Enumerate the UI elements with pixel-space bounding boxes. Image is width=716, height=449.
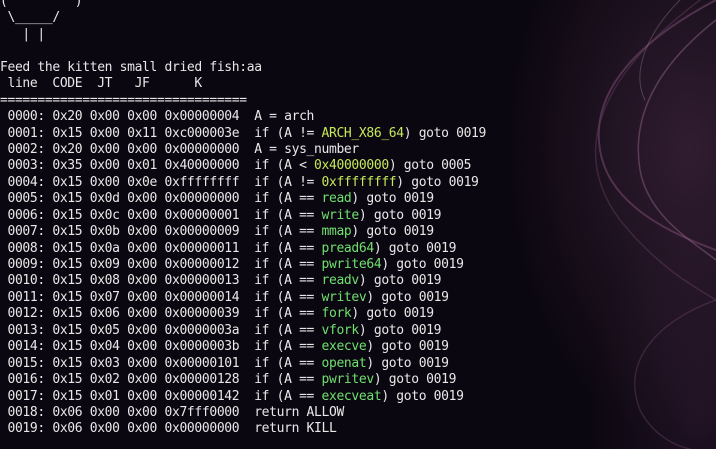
rule-goto: ) goto 0019 <box>358 273 442 289</box>
rule-goto: ) goto 0019 <box>351 224 434 240</box>
rule-goto: ) goto 0019 <box>351 191 434 207</box>
rule-goto: ) goto 0019 <box>381 388 464 404</box>
rule-row: 0002: 0x20 0x00 0x00 0x00000000 A = sys_… <box>0 142 716 158</box>
rule-row: 0012: 0x15 0x06 0x00 0x00000039 if (A ==… <box>0 306 716 322</box>
rule-goto: ) goto 0019 <box>403 125 487 141</box>
rule-row: 0001: 0x15 0x00 0x11 0xc000003e if (A !=… <box>0 126 716 142</box>
rule-text: 0001: 0x15 0x00 0x11 0xc000003e if (A != <box>0 125 322 141</box>
rule-goto: ) goto 0005 <box>388 158 472 174</box>
rule-text: 0017: 0x15 0x01 0x00 0x00000142 if (A == <box>0 388 322 404</box>
separator-line: ================================= <box>0 92 247 108</box>
rule-row: 0018: 0x06 0x00 0x00 0x7fff0000 return A… <box>0 405 716 421</box>
ascii-art-line: | | <box>0 26 45 42</box>
constant-highlight: 0x40000000 <box>314 158 389 174</box>
rule-row: 0010: 0x15 0x08 0x00 0x00000013 if (A ==… <box>0 273 716 289</box>
rule-row: 0008: 0x15 0x0a 0x00 0x00000011 if (A ==… <box>0 241 716 257</box>
seccomp-rules: 0000: 0x20 0x00 0x00 0x00000004 A = arch… <box>0 109 716 438</box>
rule-text: 0019: 0x06 0x00 0x00 0x00000000 return K… <box>0 421 337 437</box>
rule-goto: ) goto 0019 <box>366 339 449 355</box>
terminal-output: ( )^^^^ \_____/ | | Feed the kitten smal… <box>0 0 716 438</box>
rule-text: 0015: 0x15 0x03 0x00 0x00000101 if (A == <box>0 355 322 371</box>
rule-text: 0008: 0x15 0x0a 0x00 0x00000011 if (A == <box>0 240 322 256</box>
syscall-name: mmap <box>321 224 352 240</box>
syscall-name: writev <box>321 289 367 305</box>
rule-row: 0016: 0x15 0x02 0x00 0x00000128 if (A ==… <box>0 372 716 388</box>
syscall-name: read <box>321 191 352 207</box>
rule-goto: ) goto 0019 <box>373 372 457 388</box>
rule-goto: ) goto 0019 <box>366 355 449 371</box>
rule-goto: ) goto 0019 <box>358 207 442 223</box>
rule-row: 0000: 0x20 0x00 0x00 0x00000004 A = arch <box>0 109 716 125</box>
rule-goto: ) goto 0019 <box>373 240 457 256</box>
table-header: line CODE JT JF K <box>0 76 202 92</box>
syscall-name: openat <box>321 355 367 371</box>
rule-text: 0002: 0x20 0x00 0x00 0x00000000 A = sys_… <box>0 141 359 157</box>
rule-text: 0007: 0x15 0x0b 0x00 0x00000009 if (A == <box>0 224 322 240</box>
rule-text: 0011: 0x15 0x07 0x00 0x00000014 if (A == <box>0 289 322 305</box>
rule-text: 0009: 0x15 0x09 0x00 0x00000012 if (A == <box>0 257 322 272</box>
constant-highlight: 0xffffffff <box>321 174 397 190</box>
constant-highlight: ARCH_X86_64 <box>321 125 405 141</box>
rule-text: 0000: 0x20 0x00 0x00 0x00000004 A = arch <box>0 109 315 125</box>
rule-row: 0004: 0x15 0x00 0x0e 0xffffffff if (A !=… <box>0 175 716 191</box>
rule-text: 0012: 0x15 0x06 0x00 0x00000039 if (A == <box>0 306 322 322</box>
syscall-name: readv <box>321 273 360 289</box>
rule-row: 0005: 0x15 0x0d 0x00 0x00000000 if (A ==… <box>0 191 716 207</box>
rule-text: 0005: 0x15 0x0d 0x00 0x00000000 if (A == <box>0 191 322 207</box>
rule-row: 0013: 0x15 0x05 0x00 0x0000003a if (A ==… <box>0 323 716 339</box>
rule-text: 0010: 0x15 0x08 0x00 0x00000013 if (A == <box>0 273 322 289</box>
terminal-window[interactable]: ( )^^^^ \_____/ | | Feed the kitten smal… <box>0 0 716 449</box>
rule-row: 0011: 0x15 0x07 0x00 0x00000014 if (A ==… <box>0 290 716 306</box>
rule-text: 0003: 0x35 0x00 0x01 0x40000000 if (A < <box>0 158 315 174</box>
syscall-name: write <box>321 207 360 223</box>
rule-row: 0003: 0x35 0x00 0x01 0x40000000 if (A < … <box>0 158 716 174</box>
rule-row: 0017: 0x15 0x01 0x00 0x00000142 if (A ==… <box>0 389 716 405</box>
syscall-name: execve <box>321 339 367 355</box>
rule-goto: ) goto 0019 <box>358 322 442 338</box>
rule-row: 0015: 0x15 0x03 0x00 0x00000101 if (A ==… <box>0 356 716 372</box>
ascii-art-line: \_____/ <box>0 10 60 26</box>
syscall-name: fork <box>321 306 352 322</box>
ascii-art-line: ( )^^^^ <box>0 0 113 9</box>
rule-text: 0006: 0x15 0x0c 0x00 0x00000001 if (A == <box>0 207 322 223</box>
rule-goto: ) goto 0019 <box>351 306 434 322</box>
rule-row: 0006: 0x15 0x0c 0x00 0x00000001 if (A ==… <box>0 208 716 224</box>
syscall-name: vfork <box>321 322 360 338</box>
prompt-line: Feed the kitten small dried fish:aa <box>0 59 262 75</box>
rule-text: 0013: 0x15 0x05 0x00 0x0000003a if (A == <box>0 322 322 338</box>
rule-text: 0004: 0x15 0x00 0x0e 0xffffffff if (A != <box>0 174 322 190</box>
rule-row: 0009: 0x15 0x09 0x00 0x00000012 if (A ==… <box>0 257 716 273</box>
syscall-name: execveat <box>321 388 382 404</box>
rule-row: 0007: 0x15 0x0b 0x00 0x00000009 if (A ==… <box>0 224 716 240</box>
rule-text: 0014: 0x15 0x04 0x00 0x0000003b if (A == <box>0 339 322 355</box>
syscall-name: pread64 <box>321 240 375 256</box>
rule-row: 0014: 0x15 0x04 0x00 0x0000003b if (A ==… <box>0 339 716 355</box>
rule-row: 0019: 0x06 0x00 0x00 0x00000000 return K… <box>0 421 716 437</box>
syscall-name: pwrite64 <box>321 257 382 272</box>
rule-goto: ) goto 0019 <box>381 257 464 272</box>
syscall-name: pwritev <box>321 372 375 388</box>
rule-goto: ) goto 0019 <box>366 289 449 305</box>
rule-text: 0018: 0x06 0x00 0x00 0x7fff0000 return A… <box>0 404 344 420</box>
rule-goto: ) goto 0019 <box>396 174 479 190</box>
rule-text: 0016: 0x15 0x02 0x00 0x00000128 if (A == <box>0 372 322 388</box>
